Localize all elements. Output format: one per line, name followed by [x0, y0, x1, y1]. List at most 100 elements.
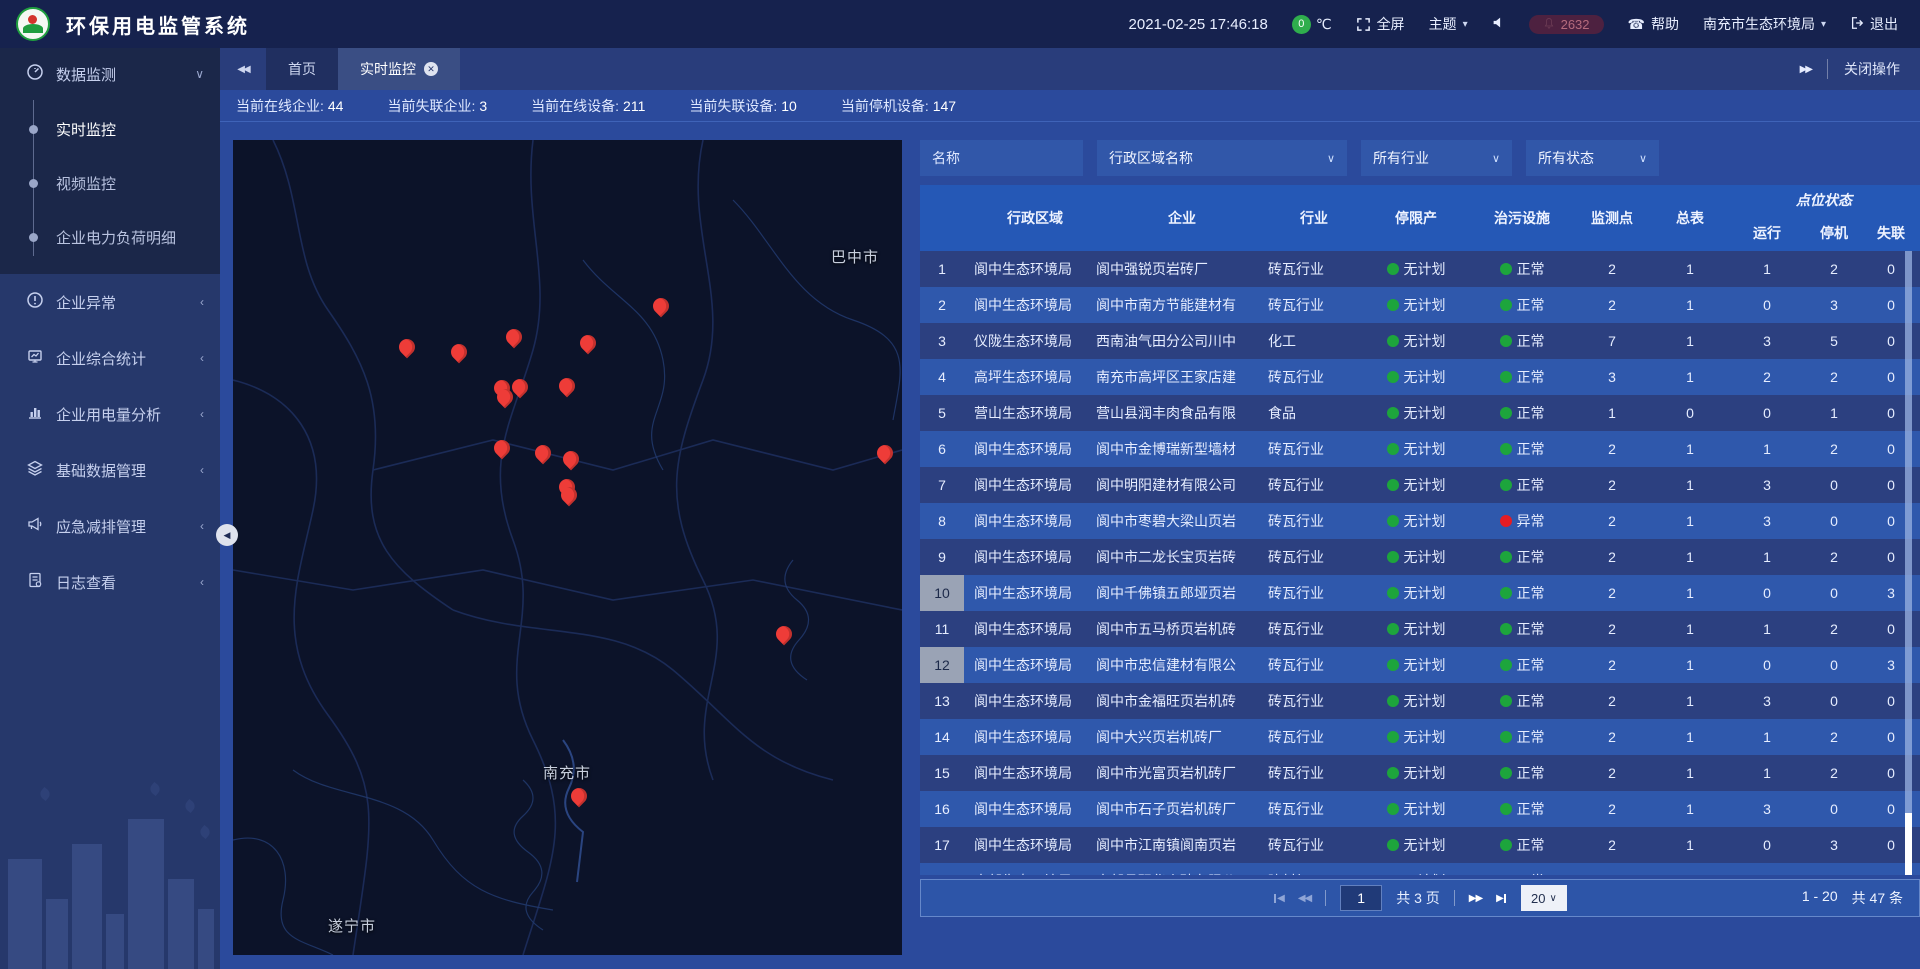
cell-industry: 砖瓦行业	[1268, 583, 1360, 603]
status-select[interactable]: 所有状态∨	[1526, 140, 1659, 176]
cell-index: 5	[920, 405, 964, 421]
stat-item-1: 当前失联企业:3	[387, 96, 487, 116]
table-row[interactable]: 9阆中生态环境局阆中市二龙长宝页岩砖砖瓦行业无计划正常21120	[920, 539, 1920, 575]
cell-monitor-count: 6	[1572, 873, 1652, 875]
cell-index: 14	[920, 729, 964, 745]
first-page-button[interactable]: ◀	[1273, 893, 1284, 904]
cell-stop-count: 2	[1806, 261, 1862, 277]
cell-stop-count: 0	[1806, 513, 1862, 529]
table-row[interactable]: 18南部生态环境局南部县砚华山砂有限公建材加工无计划正常60060	[920, 863, 1920, 875]
name-search-input[interactable]	[920, 140, 1083, 176]
app-window: 环保用电监管系统 2021-02-25 17:46:18 0 ℃ 全屏 主题▾	[0, 0, 1920, 969]
stat-label: 当前失联设备:	[689, 98, 777, 114]
sidebar-item-power-load-detail[interactable]: 企业电力负荷明细	[0, 210, 220, 264]
cell-industry: 砖瓦行业	[1268, 367, 1360, 387]
header-right: 2021-02-25 17:46:18 0 ℃ 全屏 主题▾	[1129, 14, 1920, 34]
bell-icon	[1543, 17, 1555, 32]
tabs-scroll-left-icon[interactable]: ◀◀	[220, 48, 266, 90]
last-page-button[interactable]: ▶	[1496, 893, 1507, 904]
cell-run-count: 3	[1728, 513, 1806, 529]
status-dot-icon	[1500, 443, 1512, 455]
cell-monitor-count: 1	[1572, 405, 1652, 421]
sidebar-item-video-monitoring[interactable]: 视频监控	[0, 156, 220, 210]
table-row[interactable]: 7阆中生态环境局阆中明阳建材有限公司砖瓦行业无计划正常21300	[920, 467, 1920, 503]
table-row[interactable]: 1阆中生态环境局阆中强锐页岩砖厂砖瓦行业无计划正常21120	[920, 251, 1920, 287]
sidebar-item-realtime-monitoring[interactable]: 实时监控	[0, 102, 220, 156]
chevron-down-icon: ▾	[1821, 19, 1826, 30]
sidebar-item-enterprise-statistics[interactable]: 企业综合统计 ‹	[0, 330, 220, 386]
stat-value: 147	[933, 98, 956, 114]
megaphone-icon	[26, 515, 44, 537]
logout-button[interactable]: 退出	[1850, 14, 1898, 34]
notification-badge[interactable]: 2632	[1529, 15, 1604, 34]
table-row[interactable]: 3仪陇生态环境局西南油气田分公司川中化工无计划正常71350	[920, 323, 1920, 359]
sidebar-item-enterprise-abnormal[interactable]: 企业异常 ‹	[0, 274, 220, 330]
cell-company: 西南油气田分公司川中	[1096, 331, 1268, 351]
table-row[interactable]: 13阆中生态环境局阆中市金福旺页岩机砖砖瓦行业无计划正常21300	[920, 683, 1920, 719]
cell-industry: 砖瓦行业	[1268, 799, 1360, 819]
stat-label: 当前停机设备:	[841, 98, 929, 114]
fullscreen-button[interactable]: 全屏	[1356, 14, 1405, 34]
cell-industry: 砖瓦行业	[1268, 511, 1360, 531]
tab-realtime-monitoring[interactable]: 实时监控 ✕	[338, 48, 460, 90]
chevron-down-icon: ∨	[1639, 152, 1647, 165]
page-size-select[interactable]: 20∨	[1521, 885, 1567, 911]
cell-region: 阆中生态环境局	[964, 835, 1096, 855]
table-row[interactable]: 14阆中生态环境局阆中大兴页岩机砖厂砖瓦行业无计划正常21120	[920, 719, 1920, 755]
table-row[interactable]: 4高坪生态环境局南充市高坪区王家店建砖瓦行业无计划正常31220	[920, 359, 1920, 395]
col-monitor: 监测点	[1572, 185, 1652, 251]
sidebar-item-power-usage-analysis[interactable]: 企业用电量分析 ‹	[0, 386, 220, 442]
cell-company: 阆中市枣碧大梁山页岩	[1096, 511, 1268, 531]
scrollbar-thumb[interactable]	[1905, 813, 1912, 875]
table-row[interactable]: 17阆中生态环境局阆中市江南镇阆南页岩砖瓦行业无计划正常21030	[920, 827, 1920, 863]
close-operations-button[interactable]: 关闭操作	[1827, 59, 1900, 79]
chevron-left-icon: ‹	[200, 463, 204, 477]
region-select[interactable]: 行政区域名称∨	[1097, 140, 1347, 176]
industry-select[interactable]: 所有行业∨	[1361, 140, 1512, 176]
table-row[interactable]: 16阆中生态环境局阆中市石子页岩机砖厂砖瓦行业无计划正常21300	[920, 791, 1920, 827]
sidebar-item-data-monitoring[interactable]: 数据监测 ∨	[0, 48, 220, 100]
status-dot-icon	[1387, 659, 1399, 671]
table-row[interactable]: 5营山生态环境局营山县润丰肉食品有限食品无计划正常10010	[920, 395, 1920, 431]
tabs-scroll-right-icon[interactable]: ▶▶	[1800, 64, 1811, 75]
cell-run-count: 3	[1728, 477, 1806, 493]
cell-stop-count: 0	[1806, 657, 1862, 673]
top-header: 环保用电监管系统 2021-02-25 17:46:18 0 ℃ 全屏 主题▾	[0, 0, 1920, 48]
table-row[interactable]: 11阆中生态环境局阆中市五马桥页岩机砖砖瓦行业无计划正常21120	[920, 611, 1920, 647]
cell-run-count: 1	[1728, 549, 1806, 565]
theme-dropdown[interactable]: 主题▾	[1429, 14, 1468, 34]
table-row[interactable]: 2阆中生态环境局阆中市南方节能建材有砖瓦行业无计划正常21030	[920, 287, 1920, 323]
cell-stop-limit: 无计划	[1360, 619, 1472, 639]
next-page-button[interactable]: ▶▶	[1469, 893, 1482, 904]
cell-facility: 正常	[1472, 367, 1572, 387]
cell-industry: 化工	[1268, 331, 1360, 351]
cell-index: 7	[920, 477, 964, 493]
status-dot-icon	[1500, 623, 1512, 635]
sidebar-item-log-view[interactable]: 日志查看 ‹	[0, 554, 220, 610]
vertical-scrollbar[interactable]	[1905, 251, 1912, 875]
voice-mute-button[interactable]	[1492, 16, 1505, 32]
table-row[interactable]: 10阆中生态环境局阆中千佛镇五郎垭页岩砖瓦行业无计划正常21003	[920, 575, 1920, 611]
table-row[interactable]: 12阆中生态环境局阆中市忠信建材有限公砖瓦行业无计划正常21003	[920, 647, 1920, 683]
table-row[interactable]: 8阆中生态环境局阆中市枣碧大梁山页岩砖瓦行业无计划异常21300	[920, 503, 1920, 539]
help-button[interactable]: ☎ 帮助	[1628, 14, 1679, 34]
cell-meter-count: 1	[1652, 801, 1728, 817]
cell-index: 1	[920, 261, 964, 277]
cell-run-count: 3	[1728, 333, 1806, 349]
table-row[interactable]: 6阆中生态环境局阆中市金博瑞新型墙材砖瓦行业无计划正常21120	[920, 431, 1920, 467]
cell-region: 阆中生态环境局	[964, 799, 1096, 819]
sidebar-item-base-data-management[interactable]: 基础数据管理 ‹	[0, 442, 220, 498]
pagination-divider	[1454, 890, 1455, 906]
menu-group-data-monitoring: 数据监测 ∨ 实时监控 视频监控 企业电力负荷明细	[0, 48, 220, 274]
tab-home[interactable]: 首页	[266, 48, 338, 90]
cell-facility: 正常	[1472, 727, 1572, 747]
sidebar-collapse-button[interactable]: ◀	[216, 524, 238, 546]
org-dropdown[interactable]: 南充市生态环境局▾	[1703, 14, 1826, 34]
sidebar-item-emergency-reduction[interactable]: 应急减排管理 ‹	[0, 498, 220, 554]
prev-page-button[interactable]: ◀◀	[1298, 893, 1311, 904]
table-row[interactable]: 15阆中生态环境局阆中市光富页岩机砖厂砖瓦行业无计划正常21120	[920, 755, 1920, 791]
map-panel[interactable]: 巴中市南充市遂宁市	[233, 140, 902, 955]
tab-close-icon[interactable]: ✕	[424, 62, 438, 76]
cell-region: 阆中生态环境局	[964, 655, 1096, 675]
page-number-input[interactable]	[1340, 885, 1382, 911]
